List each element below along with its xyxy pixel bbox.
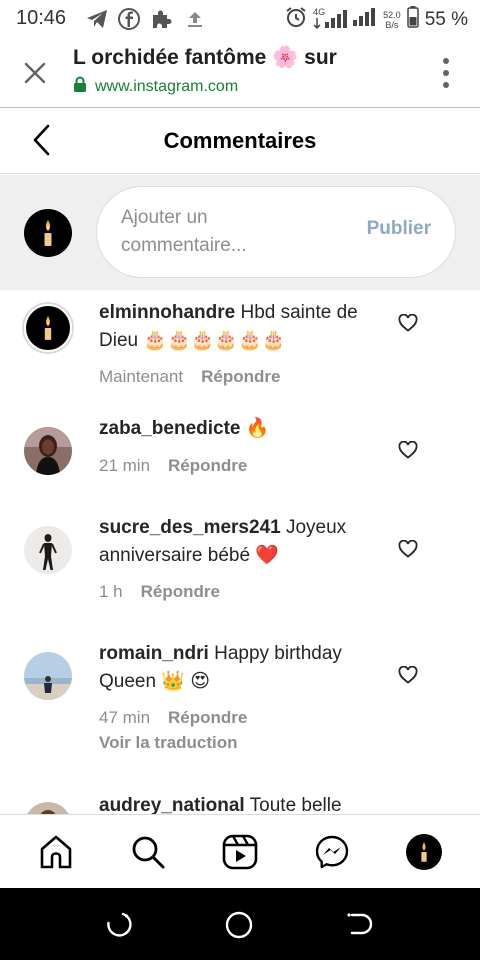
publish-button[interactable]: Publier xyxy=(367,218,431,240)
comment-meta: 21 min Répondre xyxy=(99,456,247,476)
comment-time: Maintenant xyxy=(99,367,184,386)
recents-icon[interactable] xyxy=(104,910,134,940)
signal-icon xyxy=(353,6,377,33)
comment-time: 1 h xyxy=(99,582,123,601)
comments-header: Commentaires xyxy=(0,108,480,174)
comment-composer: Ajouter un commentaire... Publier xyxy=(0,175,480,290)
lock-icon xyxy=(73,76,87,97)
battery-percent: 55 % xyxy=(424,8,468,30)
comment-time: 21 min xyxy=(99,456,151,475)
upload-icon xyxy=(184,8,206,30)
network-speed: 52.0 B/s xyxy=(383,10,401,30)
heart-icon[interactable] xyxy=(398,440,418,459)
puzzle-icon xyxy=(150,8,172,30)
avatar[interactable] xyxy=(24,652,72,700)
alarm-icon xyxy=(285,6,307,33)
reels-icon[interactable] xyxy=(222,834,258,870)
status-time: 10:46 xyxy=(16,7,67,29)
avatar[interactable] xyxy=(24,802,72,814)
home-icon[interactable] xyxy=(38,834,74,870)
comment-time: 47 min xyxy=(99,708,151,727)
browser-toolbar: L orchidée fantôme 🌸 sur www.instagram.c… xyxy=(0,38,480,108)
comment-username[interactable]: sucre_des_mers241 xyxy=(99,517,281,538)
speed-value: 52.0 xyxy=(383,9,401,20)
heart-icon[interactable] xyxy=(398,313,418,332)
see-translation-link[interactable]: Voir la traduction xyxy=(99,733,238,753)
reply-button[interactable]: Répondre xyxy=(168,456,247,476)
browser-page-title: L orchidée fantôme 🌸 sur xyxy=(73,46,337,69)
comment-username[interactable]: elminnohandre xyxy=(99,302,235,323)
telegram-icon xyxy=(86,8,108,30)
home-circle-icon[interactable] xyxy=(224,910,254,940)
heart-icon[interactable] xyxy=(398,539,418,558)
url-row[interactable]: www.instagram.com xyxy=(73,76,238,97)
url-text: www.instagram.com xyxy=(95,77,239,95)
page-title: Commentaires xyxy=(163,128,317,153)
comment-body: elminnohandre Hbd sainte de Dieu 🎂🎂🎂🎂🎂🎂 xyxy=(99,299,379,355)
comment-username[interactable]: zaba_benedicte xyxy=(99,418,241,439)
profile-avatar[interactable] xyxy=(406,834,442,870)
comment-input[interactable]: Ajouter un commentaire... Publier xyxy=(96,186,456,278)
reply-button[interactable]: Répondre xyxy=(201,367,280,387)
comment-username[interactable]: audrey_national xyxy=(99,795,245,814)
facebook-icon xyxy=(118,8,140,30)
speed-unit: B/s xyxy=(385,19,399,30)
search-icon[interactable] xyxy=(130,834,166,870)
comment-text: Toute belle xyxy=(249,795,342,814)
comment-body: zaba_benedicte 🔥 xyxy=(99,415,379,443)
status-bar: 10:46 4G 52.0 B/s 55 % xyxy=(0,0,480,38)
comment-body: sucre_des_mers241 Joyeux anniversaire bé… xyxy=(99,514,379,570)
current-user-avatar xyxy=(24,209,72,257)
bottom-navigation xyxy=(0,814,480,888)
comments-list: elminnohandre Hbd sainte de Dieu 🎂🎂🎂🎂🎂🎂 … xyxy=(0,290,480,814)
battery-icon xyxy=(406,6,419,33)
comment-placeholder: Ajouter un commentaire... xyxy=(121,207,247,256)
comment-body: audrey_national Toute belle xyxy=(99,792,379,814)
system-navigation-bar xyxy=(0,888,480,960)
comment-body: romain_ndri Happy birthday Queen 👑 😍 xyxy=(99,640,379,696)
avatar[interactable] xyxy=(22,302,74,354)
reply-button[interactable]: Répondre xyxy=(141,582,220,602)
reply-button[interactable]: Répondre xyxy=(168,708,247,728)
avatar[interactable] xyxy=(24,427,72,475)
comment-username[interactable]: romain_ndri xyxy=(99,643,209,664)
comment-meta: 47 min Répondre xyxy=(99,708,247,728)
close-icon[interactable] xyxy=(22,60,48,86)
more-options-icon[interactable] xyxy=(442,58,450,88)
messenger-icon[interactable] xyxy=(314,834,350,870)
comment-text: 🔥 xyxy=(245,418,270,439)
back-icon[interactable] xyxy=(344,910,374,940)
signal-icon: 4G xyxy=(313,7,348,32)
comment-meta: 1 h Répondre xyxy=(99,582,220,602)
heart-icon[interactable] xyxy=(398,665,418,684)
avatar[interactable] xyxy=(24,526,72,574)
comment-meta: Maintenant Répondre xyxy=(99,367,280,387)
